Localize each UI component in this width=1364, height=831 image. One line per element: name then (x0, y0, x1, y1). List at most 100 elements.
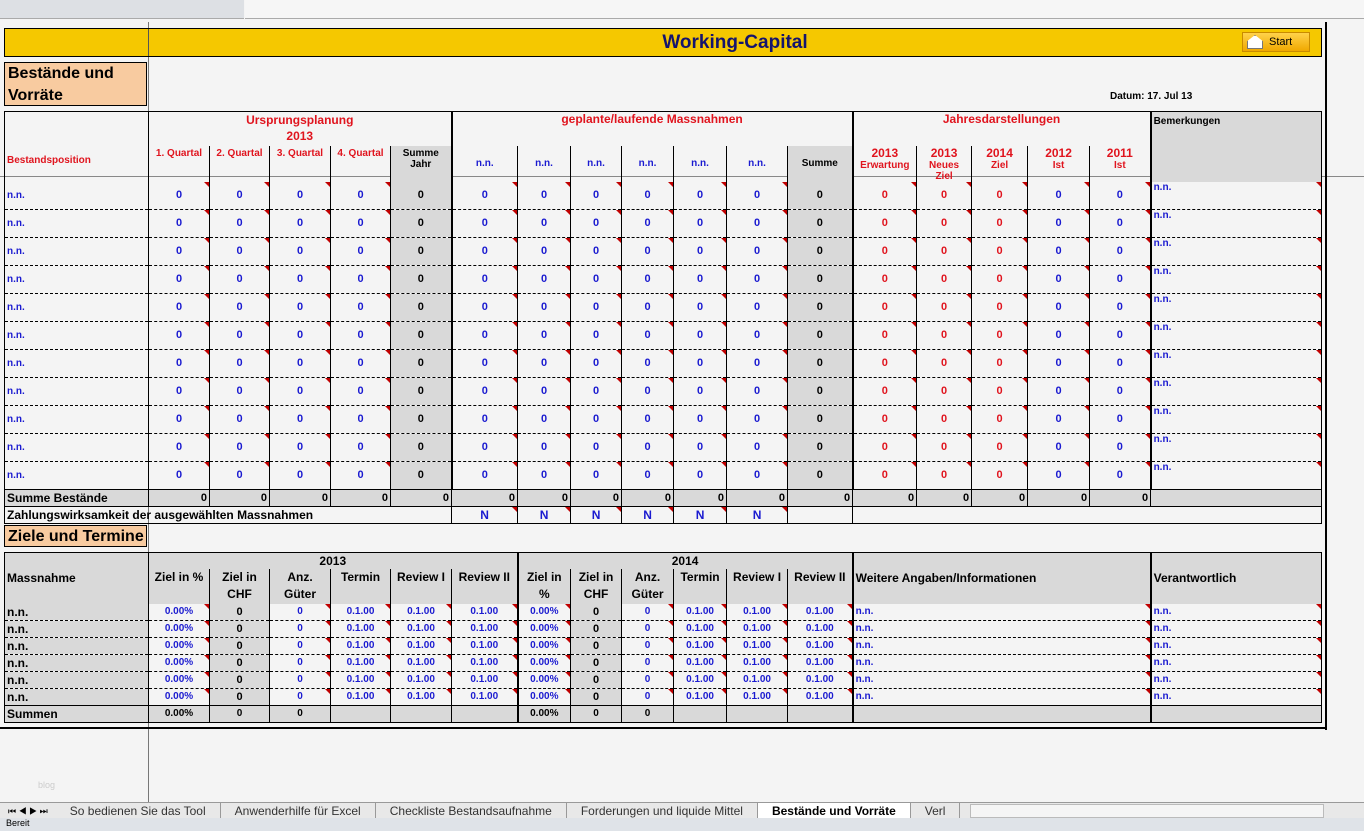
value-cell[interactable]: 0 (851, 461, 917, 490)
value-cell[interactable]: 0 (209, 377, 270, 406)
value-cell[interactable]: 0 (1027, 321, 1090, 350)
payment-flag[interactable]: N (621, 505, 675, 524)
value-cell[interactable]: 0 (1027, 181, 1090, 210)
value-cell[interactable]: 0.1.00 (390, 654, 452, 672)
value-cell[interactable]: 0 (971, 349, 1028, 378)
value-cell[interactable]: 0 (450, 237, 518, 266)
value-cell[interactable]: 0.1.00 (787, 603, 853, 621)
value-cell[interactable]: 0 (851, 433, 917, 462)
value-cell[interactable]: 0 (673, 349, 727, 378)
value-cell[interactable]: 0 (916, 265, 972, 294)
value-cell[interactable]: 0 (209, 265, 270, 294)
value-cell[interactable]: 0.1.00 (673, 603, 727, 621)
value-cell[interactable]: 0 (971, 265, 1028, 294)
value-cell[interactable]: 0 (673, 293, 727, 322)
responsible-cell[interactable]: n.n. (1149, 671, 1322, 689)
value-cell[interactable]: 0.1.00 (330, 603, 391, 621)
value-cell[interactable]: 0.00% (516, 688, 571, 706)
value-cell[interactable]: 0.1.00 (673, 637, 727, 655)
value-cell[interactable]: 0 (1027, 405, 1090, 434)
value-cell[interactable]: 0 (916, 461, 972, 490)
value-cell[interactable]: 0 (570, 433, 622, 462)
value-cell[interactable]: 0.1.00 (450, 620, 518, 638)
responsible-cell[interactable]: n.n. (1149, 620, 1322, 638)
value-cell[interactable]: 0 (450, 461, 518, 490)
value-cell[interactable]: 0.00% (148, 688, 210, 706)
value-cell[interactable]: 0 (1089, 293, 1151, 322)
value-cell[interactable]: 0.1.00 (726, 654, 788, 672)
value-cell[interactable]: 0 (851, 405, 917, 434)
value-cell[interactable]: 0 (148, 181, 210, 210)
value-cell[interactable]: 0 (851, 321, 917, 350)
value-cell[interactable]: 0 (971, 461, 1028, 490)
value-cell[interactable]: 0 (269, 637, 331, 655)
value-cell[interactable]: 0 (621, 405, 674, 434)
value-cell[interactable]: 0 (621, 461, 674, 490)
value-cell[interactable]: 0 (330, 433, 391, 462)
value-cell[interactable]: 0 (330, 321, 391, 350)
payment-flag[interactable]: N (673, 505, 728, 524)
value-cell[interactable]: 0 (570, 349, 622, 378)
responsible-cell[interactable]: n.n. (1149, 654, 1322, 672)
remark-cell[interactable]: n.n. (1149, 461, 1322, 490)
value-cell[interactable]: 0 (148, 377, 210, 406)
tab-scroll-arrows[interactable]: ⏮ ◀ ▶ ⏭ (0, 806, 56, 817)
value-cell[interactable]: 0 (726, 265, 788, 294)
value-cell[interactable]: 0 (851, 349, 917, 378)
value-cell[interactable]: 0 (269, 265, 331, 294)
value-cell[interactable]: 0 (621, 181, 674, 210)
value-cell[interactable]: 0 (726, 181, 788, 210)
value-cell[interactable]: 0 (209, 433, 270, 462)
value-cell[interactable]: 0 (330, 181, 391, 210)
value-cell[interactable]: 0.00% (148, 637, 210, 655)
value-cell[interactable]: 0 (269, 620, 331, 638)
value-cell[interactable]: 0.00% (516, 654, 571, 672)
value-cell[interactable]: 0.1.00 (673, 688, 727, 706)
value-cell[interactable]: 0 (1027, 377, 1090, 406)
value-cell[interactable]: 0 (673, 433, 727, 462)
value-cell[interactable]: 0 (621, 377, 674, 406)
value-cell[interactable]: 0 (330, 237, 391, 266)
value-cell[interactable]: 0 (330, 265, 391, 294)
value-cell[interactable]: 0 (971, 209, 1028, 238)
value-cell[interactable]: 0.1.00 (787, 671, 853, 689)
value-cell[interactable]: 0 (450, 293, 518, 322)
name-box[interactable] (0, 0, 244, 19)
value-cell[interactable]: 0 (330, 209, 391, 238)
value-cell[interactable]: 0 (621, 620, 674, 638)
value-cell[interactable]: 0.1.00 (390, 603, 452, 621)
value-cell[interactable]: 0 (517, 237, 571, 266)
value-cell[interactable]: 0 (673, 209, 727, 238)
horizontal-scrollbar[interactable] (970, 804, 1324, 818)
sheet-tab[interactable]: Checkliste Bestandsaufnahme (376, 803, 567, 819)
value-cell[interactable]: 0 (971, 321, 1028, 350)
value-cell[interactable]: 0 (570, 405, 622, 434)
value-cell[interactable]: 0.00% (516, 603, 571, 621)
value-cell[interactable]: 0 (517, 405, 571, 434)
value-cell[interactable]: 0 (269, 237, 331, 266)
value-cell[interactable]: 0 (450, 321, 518, 350)
value-cell[interactable]: 0 (851, 377, 917, 406)
value-cell[interactable]: 0 (621, 321, 674, 350)
value-cell[interactable]: 0 (570, 293, 622, 322)
value-cell[interactable]: 0 (916, 237, 972, 266)
value-cell[interactable]: 0 (570, 265, 622, 294)
value-cell[interactable]: 0 (450, 209, 518, 238)
value-cell[interactable]: 0 (916, 405, 972, 434)
info-cell[interactable]: n.n. (851, 688, 1151, 706)
value-cell[interactable]: 0 (916, 433, 972, 462)
value-cell[interactable]: 0.00% (148, 620, 210, 638)
value-cell[interactable]: 0 (330, 405, 391, 434)
position-cell[interactable]: n.n. (4, 293, 149, 322)
value-cell[interactable]: 0 (726, 433, 788, 462)
value-cell[interactable]: 0 (517, 377, 571, 406)
value-cell[interactable]: 0 (148, 405, 210, 434)
value-cell[interactable]: 0 (971, 405, 1028, 434)
value-cell[interactable]: 0 (450, 433, 518, 462)
value-cell[interactable]: 0 (726, 461, 788, 490)
value-cell[interactable]: 0 (621, 349, 674, 378)
value-cell[interactable]: 0 (330, 349, 391, 378)
value-cell[interactable]: 0 (1027, 293, 1090, 322)
value-cell[interactable]: 0 (450, 181, 518, 210)
value-cell[interactable]: 0.1.00 (726, 620, 788, 638)
